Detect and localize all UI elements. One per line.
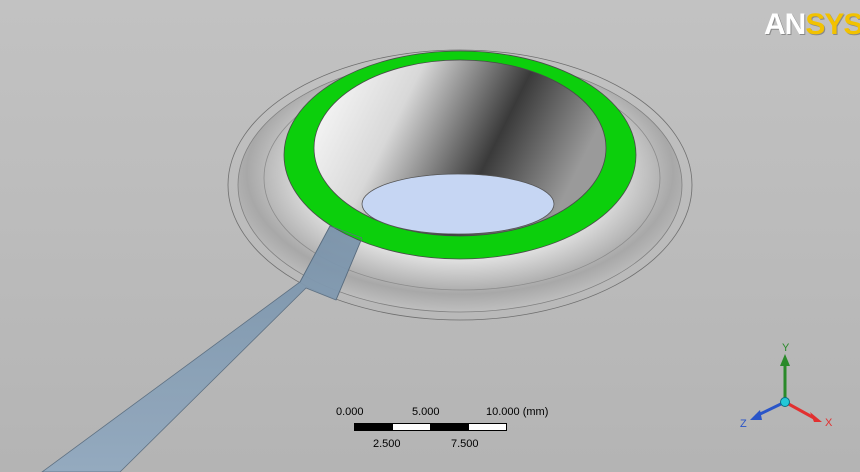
scale-segment-3 bbox=[430, 423, 469, 431]
ansys-logo: ANSYS bbox=[764, 8, 860, 42]
scale-segment-2 bbox=[392, 423, 431, 431]
axis-triad[interactable]: Y X Z bbox=[730, 336, 840, 436]
z-axis-label: Z bbox=[740, 418, 747, 430]
hole-opening[interactable] bbox=[361, 173, 555, 235]
scale-bar: 0.000 5.000 10.000 (mm) 2.500 7.500 bbox=[330, 404, 570, 464]
y-arrow-head bbox=[780, 354, 790, 366]
scale-label-0: 0.000 bbox=[336, 406, 364, 418]
z-arrow-head bbox=[750, 410, 762, 420]
graphics-viewport[interactable]: ANSYS 0.000 5.000 10.000 (mm) 2.500 7.50… bbox=[0, 0, 860, 472]
scale-label-10: 10.000 (mm) bbox=[486, 406, 549, 418]
logo-text-an: AN bbox=[764, 8, 806, 41]
triad-origin bbox=[780, 397, 790, 407]
selected-strip-face[interactable] bbox=[41, 225, 363, 472]
scale-segment-1 bbox=[354, 423, 393, 431]
scale-label-2-5: 2.500 bbox=[373, 438, 401, 450]
x-axis-label: X bbox=[825, 417, 833, 429]
scale-segment-4 bbox=[468, 423, 507, 431]
scale-label-5: 5.000 bbox=[412, 406, 440, 418]
logo-text-sys: SYS bbox=[805, 8, 860, 41]
y-axis-label: Y bbox=[782, 342, 790, 354]
scale-label-7-5: 7.500 bbox=[451, 438, 479, 450]
